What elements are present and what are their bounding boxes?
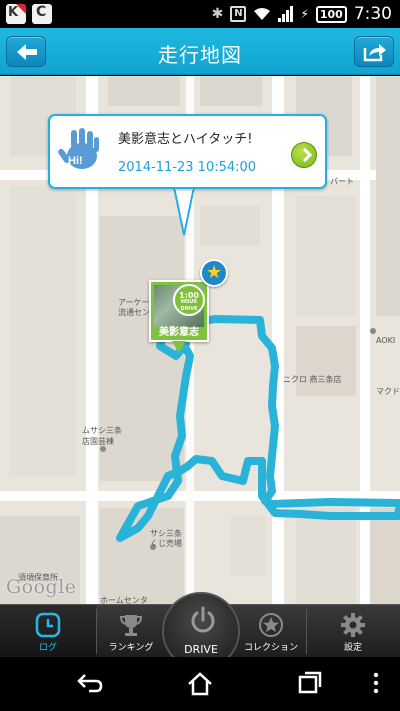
- charging-icon: ⚡: [300, 7, 309, 21]
- drive-hour-badge: 1:00 HOUR DRIVE: [173, 284, 205, 316]
- drive-label: DRIVE: [184, 643, 218, 656]
- wifi-icon: [254, 8, 271, 20]
- star-badge-icon: [259, 613, 283, 637]
- map-label-park: パート: [330, 177, 354, 186]
- map-label-mac: マクド: [376, 387, 400, 396]
- callout-datetime: 2014-11-23 10:54:00: [118, 160, 257, 175]
- map-label-aoki: AOKI: [376, 336, 396, 345]
- map-label-musashi2: 店園芸棟: [82, 437, 114, 446]
- system-nav-bar: [0, 657, 400, 711]
- high-five-hand-icon: Hi!: [58, 128, 99, 169]
- trophy-icon: [119, 615, 143, 636]
- recent-apps-icon[interactable]: [297, 671, 323, 695]
- chevron-right-icon[interactable]: [291, 142, 317, 168]
- photo-marker-name: 美影意志: [159, 327, 199, 338]
- battery-indicator: 100: [315, 5, 347, 23]
- status-bar: K C ✱ N ⚡ 100 7:30: [0, 0, 400, 28]
- star-marker-icon[interactable]: ★: [200, 259, 228, 287]
- map-label-center: ホームセンタ: [100, 596, 148, 604]
- clock: 7:30: [353, 4, 392, 24]
- back-nav-icon[interactable]: [76, 671, 104, 695]
- nfc-icon: N: [230, 6, 247, 22]
- callout-tail: [172, 187, 196, 236]
- tab-ranking[interactable]: ランキング: [96, 605, 166, 658]
- share-button[interactable]: [354, 36, 394, 67]
- tab-settings-label: 設定: [343, 643, 362, 653]
- map-label-sanjo2: くじ売場: [150, 539, 182, 548]
- power-icon: [191, 606, 215, 633]
- home-nav-icon[interactable]: [186, 671, 214, 697]
- app-c-icon: C: [32, 4, 52, 24]
- tab-settings[interactable]: 設定: [306, 605, 400, 658]
- map-label-uniqlo: ニクロ 燕三条店: [283, 375, 342, 384]
- app-header: 走行地図: [0, 28, 400, 75]
- tab-ranking-label: ランキング: [108, 643, 154, 653]
- page-title: 走行地図: [158, 43, 242, 67]
- map-label-arcade2: 流通セン: [118, 308, 150, 317]
- tab-log[interactable]: ログ: [0, 605, 96, 658]
- photo-marker-tail: [172, 341, 186, 353]
- tab-collection[interactable]: コレクション: [236, 605, 306, 658]
- google-attribution: Google: [6, 576, 77, 598]
- map-label-musashi1: ムサシ三条: [82, 426, 122, 435]
- clock-icon: [35, 612, 61, 638]
- svg-text:Hi!: Hi!: [68, 155, 83, 167]
- tab-log-label: ログ: [38, 643, 57, 653]
- hitouch-callout[interactable]: Hi! 美影意志とハイタッチ! 2014-11-23 10:54:00: [48, 114, 327, 189]
- signal-icon: [278, 6, 294, 22]
- overflow-menu-icon[interactable]: [372, 671, 380, 695]
- gear-icon: [341, 613, 365, 637]
- bluetooth-icon: ✱: [211, 6, 224, 22]
- share-icon: [363, 44, 386, 62]
- app-k-icon: K: [6, 4, 26, 24]
- callout-title: 美影意志とハイタッチ!: [118, 132, 253, 147]
- photo-marker[interactable]: 1:00 HOUR DRIVE 美影意志: [149, 280, 209, 342]
- tab-collection-label: コレクション: [243, 643, 298, 653]
